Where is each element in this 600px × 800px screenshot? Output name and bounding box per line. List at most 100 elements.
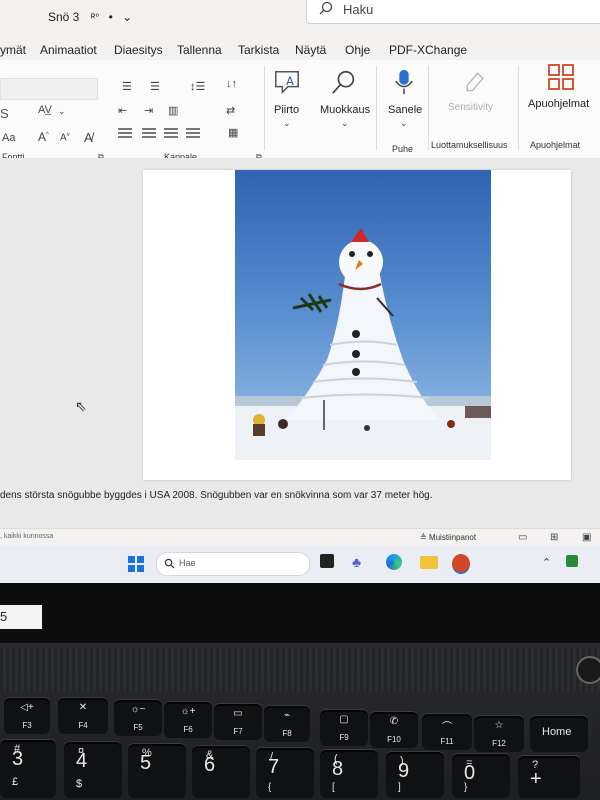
laptop-bezel: 5 xyxy=(0,583,600,643)
sort-icon[interactable]: ↓↑ xyxy=(226,78,237,90)
align-left-icon[interactable] xyxy=(118,128,132,138)
align-right-icon[interactable] xyxy=(164,128,178,138)
teams-icon[interactable]: ♣ xyxy=(352,554,361,570)
key-f9[interactable]: ▢ F9 xyxy=(320,710,368,746)
menu-item-animations[interactable]: Animaatiot xyxy=(40,43,97,57)
windows-start-icon[interactable] xyxy=(128,556,144,572)
addins-button[interactable]: Apuohjelmat xyxy=(524,62,600,118)
key-4[interactable]: ¤ 4 $ xyxy=(64,742,122,798)
decrease-indent-icon[interactable]: ⇤ xyxy=(118,104,127,117)
menu-item-record[interactable]: Tallenna xyxy=(177,43,222,57)
mouse-cursor-icon: ⇖ xyxy=(75,398,87,414)
snowman-illustration xyxy=(235,228,491,460)
decrease-font-icon[interactable]: Av xyxy=(60,132,70,143)
slide-sorter-icon[interactable]: ⊞ xyxy=(550,532,558,543)
notes-label: Muistiinpanot xyxy=(428,533,477,542)
power-button[interactable] xyxy=(576,656,600,684)
clear-format-icon[interactable]: A̸ xyxy=(84,130,93,145)
smartart-icon[interactable]: ▦ xyxy=(228,126,238,139)
chevron-down-icon[interactable]: ⌄ xyxy=(58,106,66,117)
speech-group-label: Puhe xyxy=(392,144,414,154)
key-3[interactable]: #3 £ xyxy=(0,740,56,798)
search-box[interactable]: Haku xyxy=(306,0,600,24)
menu-item-transitions[interactable]: ymät xyxy=(0,43,26,57)
chevron-up-icon[interactable]: ⌃ xyxy=(542,556,551,569)
key-f4[interactable]: ✕ F4 xyxy=(58,698,108,734)
powerpoint-icon[interactable] xyxy=(452,554,470,574)
document-title[interactable]: Snö 3 ᴿ° • ⌄ xyxy=(48,10,132,24)
taskbar-search[interactable]: Hae xyxy=(156,552,310,576)
menu-item-slideshow[interactable]: Diaesitys xyxy=(114,43,163,57)
addins-icon xyxy=(548,64,574,90)
increase-indent-icon[interactable]: ⇥ xyxy=(144,104,153,117)
call-icon: ✆ xyxy=(389,716,399,727)
reading-view-icon[interactable]: ▣ xyxy=(582,532,591,543)
key-f12[interactable]: ☆ F12 xyxy=(474,716,524,752)
key-8[interactable]: (8 [ xyxy=(320,750,378,798)
menu-bar: ymät Animaatiot Diaesitys Tallenna Tarki… xyxy=(0,34,600,60)
columns-icon[interactable]: ▥ xyxy=(168,104,178,117)
key-9[interactable]: ) 9 ] xyxy=(386,752,444,798)
addins-group-label: Apuohjelmat xyxy=(530,140,581,150)
key-f6[interactable]: ☼+ F6 xyxy=(164,702,212,738)
menu-item-help[interactable]: Ohje xyxy=(345,43,370,57)
notes-button[interactable]: ≜ Muistiinpanot xyxy=(420,533,476,542)
key-home[interactable]: Home xyxy=(530,716,588,752)
menu-item-view[interactable]: Näytä xyxy=(295,43,326,57)
key-7[interactable]: /7 { xyxy=(256,748,314,798)
numbering-icon[interactable]: ☰ xyxy=(150,80,160,93)
normal-view-icon[interactable]: ▭ xyxy=(518,532,527,543)
key-f3[interactable]: ◁+ F3 xyxy=(4,698,50,734)
sensitivity-label: Sensitivity xyxy=(448,102,494,113)
star-icon: ☆ xyxy=(494,720,504,731)
caption-text: dens största snögubbe byggdes i USA 2008… xyxy=(0,490,433,501)
svg-text:A: A xyxy=(286,75,294,88)
chat-icon: ▢ xyxy=(339,714,349,725)
title-bar: Snö 3 ᴿ° • ⌄ Haku xyxy=(0,0,600,34)
search-placeholder: Haku xyxy=(343,2,374,17)
menu-item-review[interactable]: Tarkista xyxy=(238,43,279,57)
text-direction-icon[interactable]: ⇄ xyxy=(226,104,235,117)
key-f7[interactable]: ▭ F7 xyxy=(214,704,262,740)
char-spacing-icon[interactable]: AV̲ xyxy=(38,104,52,116)
ribbon-separator xyxy=(376,66,377,150)
file-explorer-icon[interactable] xyxy=(420,556,438,569)
key-f8[interactable]: ⌁ F8 xyxy=(264,706,310,742)
key-plus[interactable]: ? + xyxy=(518,756,580,798)
change-case-icon[interactable]: Aa xyxy=(2,132,15,144)
key-f11[interactable]: ⌒ F11 xyxy=(422,714,472,750)
key-f5[interactable]: ☼− F5 xyxy=(114,700,162,736)
bezel-sticker-text: 5 xyxy=(0,609,8,624)
dictate-button[interactable]: Sanele ⌄ xyxy=(384,66,426,130)
accessibility-status[interactable]: , kaikki kunnossa xyxy=(0,533,53,540)
justify-icon[interactable] xyxy=(186,128,200,138)
edit-button[interactable]: Muokkaus ⌄ xyxy=(316,66,372,130)
status-bar: , kaikki kunnossa ≜ Muistiinpanot ▭ ⊞ ▣ xyxy=(0,528,600,547)
align-center-icon[interactable] xyxy=(142,128,156,138)
edge-icon[interactable] xyxy=(386,554,402,570)
snowman-photo[interactable] xyxy=(235,170,491,460)
tray-app-icon[interactable] xyxy=(566,555,578,567)
saved-dot: • xyxy=(108,10,113,24)
chevron-down-icon: ⌄ xyxy=(341,118,349,128)
dictate-label: Sanele xyxy=(388,104,423,116)
task-view-icon[interactable] xyxy=(320,554,334,568)
sensitivity-button[interactable]: Sensitivity xyxy=(440,66,508,122)
draw-button[interactable]: A Piirto ⌄ xyxy=(268,66,308,130)
font-size-box[interactable] xyxy=(0,78,98,100)
ribbon-separator xyxy=(518,66,519,150)
slide-page xyxy=(143,170,571,480)
search-icon xyxy=(164,558,175,569)
chevron-down-icon[interactable]: ⌄ xyxy=(122,10,132,24)
key-f10[interactable]: ✆ F10 xyxy=(370,712,418,748)
key-6[interactable]: & 6 xyxy=(192,746,250,798)
key-0[interactable]: = 0 } xyxy=(452,754,510,798)
increase-font-icon[interactable]: A^ xyxy=(38,130,49,144)
speaker-grille xyxy=(0,648,600,692)
line-spacing-icon[interactable]: ↕☰ xyxy=(190,80,205,93)
display-icon: ▭ xyxy=(233,708,243,719)
menu-item-pdfxchange[interactable]: PDF-XChange xyxy=(389,43,467,57)
key-5[interactable]: % 5 xyxy=(128,744,186,798)
strikethrough-icon[interactable]: S xyxy=(0,106,9,121)
bullets-icon[interactable]: ☰ xyxy=(122,80,132,93)
